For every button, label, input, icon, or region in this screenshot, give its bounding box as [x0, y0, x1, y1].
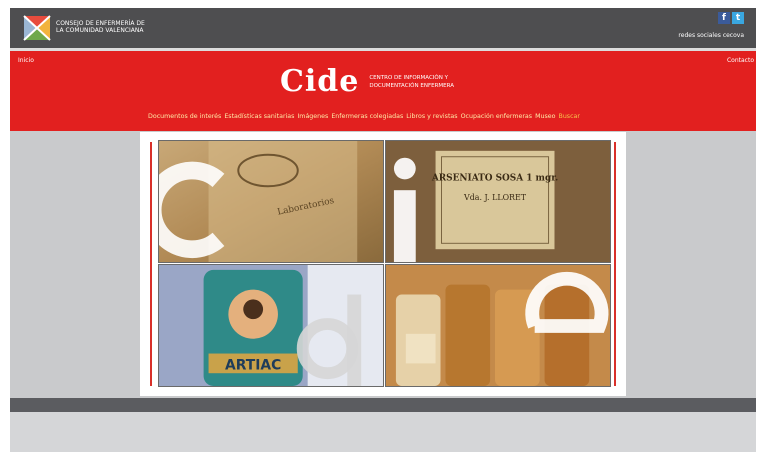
- nav-item-documentos[interactable]: Documentos de interés: [148, 113, 221, 120]
- org-name: CONSEJO DE ENFERMERÍA DE LA COMUNIDAD VA…: [56, 20, 145, 34]
- collage-right-rule: [614, 142, 616, 386]
- nav-item-libros-revistas[interactable]: Libros y revistas: [406, 113, 457, 120]
- collage-tile-i[interactable]: ARSENIATO SOSA 1 mgr. Vda. J. LLORET: [385, 140, 611, 263]
- svg-text:Vda. J. LLORET: Vda. J. LLORET: [463, 193, 527, 202]
- social-links: f t redes sociales cecova: [654, 12, 744, 44]
- top-bar: CONSEJO DE ENFERMERÍA DE LA COMUNIDAD VA…: [10, 8, 756, 48]
- social-icons: f t: [718, 12, 744, 24]
- brand-subtitle: CENTRO DE INFORMACIÓN Y DOCUMENTACIÓN EN…: [369, 74, 454, 90]
- brand-logo[interactable]: Cide CENTRO DE INFORMACIÓN Y DOCUMENTACI…: [280, 65, 454, 99]
- social-label[interactable]: redes sociales cecova: [678, 32, 744, 39]
- cecova-logo-icon[interactable]: [22, 14, 52, 42]
- nav-item-museo[interactable]: Museo: [535, 113, 555, 120]
- svg-text:ARSENIATO SOSA 1 mgr.: ARSENIATO SOSA 1 mgr.: [431, 173, 558, 183]
- nav-item-estadisticas[interactable]: Estadísticas sanitarias: [224, 113, 294, 120]
- main-nav: Documentos de interés Estadísticas sanit…: [148, 113, 580, 120]
- brand-subtitle-line1: CENTRO DE INFORMACIÓN Y: [369, 75, 448, 81]
- hero-collage: Laboratorios ARSENIATO SOSA 1 mgr. Vda. …: [140, 132, 626, 396]
- collage-left-rule: [150, 142, 152, 386]
- nav-item-buscar[interactable]: Buscar: [559, 113, 581, 120]
- page-frame: CONSEJO DE ENFERMERÍA DE LA COMUNIDAD VA…: [10, 8, 756, 452]
- brand-header: Inicio Contacto Cide CENTRO DE INFORMACI…: [10, 51, 756, 131]
- contacto-link[interactable]: Contacto: [727, 57, 754, 64]
- nav-item-enfermeras-colegiadas[interactable]: Enfermeras colegiadas: [331, 113, 403, 120]
- svg-text:ARTIAC: ARTIAC: [225, 357, 281, 373]
- footer-area: [10, 412, 756, 452]
- nav-item-imagenes[interactable]: Imágenes: [297, 113, 328, 120]
- inicio-link[interactable]: Inicio: [18, 57, 34, 64]
- org-name-line1: CONSEJO DE ENFERMERÍA DE: [56, 20, 145, 27]
- brand-subtitle-line2: DOCUMENTACIÓN ENFERMERA: [369, 83, 454, 89]
- footer-bar: [10, 398, 756, 412]
- facebook-icon[interactable]: f: [718, 12, 730, 24]
- org-name-line2: LA COMUNIDAD VALENCIANA: [56, 27, 144, 34]
- brand-name: Cide: [280, 64, 360, 99]
- twitter-icon[interactable]: t: [732, 12, 744, 24]
- collage-tile-e[interactable]: [385, 264, 611, 387]
- collage-tile-d[interactable]: ARTIAC: [158, 264, 384, 387]
- nav-item-ocupacion[interactable]: Ocupación enfermeras: [461, 113, 533, 120]
- collage-tile-c[interactable]: Laboratorios: [158, 140, 384, 263]
